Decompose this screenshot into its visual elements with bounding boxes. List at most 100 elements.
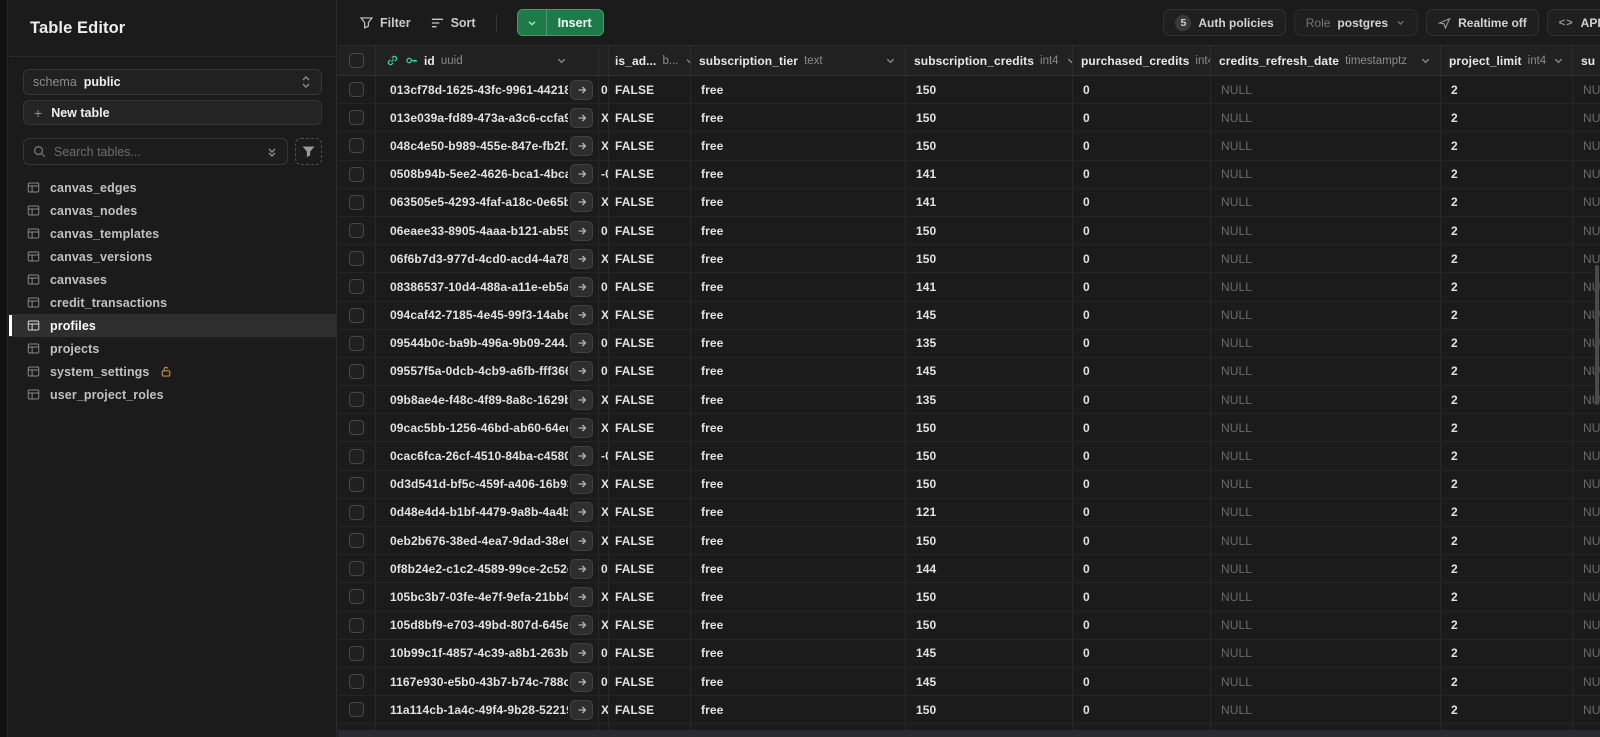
- cell-subscription-credits[interactable]: 150: [906, 583, 1073, 611]
- cell-project-limit[interactable]: 2: [1441, 76, 1573, 104]
- cell-is-admin[interactable]: FALSE: [609, 216, 691, 245]
- cell-credits-refresh-date[interactable]: NULL: [1211, 76, 1441, 104]
- cell-clipped[interactable]: NULL: [1573, 668, 1600, 695]
- cell-purchased-credits[interactable]: 0: [1073, 414, 1211, 442]
- cell-project-limit[interactable]: 2: [1441, 301, 1573, 329]
- cell-purchased-credits[interactable]: 0: [1073, 76, 1211, 104]
- cell-clipped[interactable]: NULL: [1573, 76, 1600, 103]
- cell-id[interactable]: 0508b94b-5ee2-4626-bca1-4bca...: [376, 160, 599, 188]
- cell-purchased-credits[interactable]: 0: [1073, 357, 1211, 386]
- cell-is-admin[interactable]: FALSE: [609, 414, 691, 442]
- cell-project-limit[interactable]: 2: [1441, 329, 1573, 357]
- cell-subscription-credits[interactable]: 150: [906, 414, 1073, 442]
- sidebar-item-canvas_edges[interactable]: canvas_edges: [9, 176, 336, 199]
- cell-project-limit[interactable]: 2: [1441, 442, 1573, 470]
- expand-row-button[interactable]: [570, 530, 593, 551]
- cell-is-admin[interactable]: FALSE: [609, 104, 691, 132]
- cell-is-admin[interactable]: FALSE: [609, 132, 691, 160]
- row-checkbox[interactable]: [338, 442, 376, 470]
- cell-collapsed[interactable]: -0: [599, 160, 609, 188]
- cell-subscription-tier[interactable]: free: [691, 414, 906, 442]
- cell-id[interactable]: 0f8b24e2-c1c2-4589-99ce-2c52d...: [376, 555, 599, 583]
- expand-row-button[interactable]: [570, 305, 593, 326]
- cell-subscription-credits[interactable]: 150: [906, 104, 1073, 132]
- api-docs-button[interactable]: <> API Do: [1546, 9, 1600, 36]
- cell-id[interactable]: 013e039a-fd89-473a-a3c6-ccfa9...: [376, 104, 599, 132]
- cell-is-admin[interactable]: FALSE: [609, 357, 691, 386]
- cell-id[interactable]: 10b99c1f-4857-4c39-a8b1-263b8...: [376, 639, 599, 667]
- cell-id[interactable]: 105d8bf9-e703-49bd-807d-645e...: [376, 611, 599, 639]
- row-checkbox[interactable]: [338, 639, 376, 667]
- cell-clipped[interactable]: NULL: [1573, 442, 1600, 469]
- cell-subscription-tier[interactable]: free: [691, 611, 906, 639]
- cell-subscription-credits[interactable]: 150: [906, 442, 1073, 470]
- cell-id[interactable]: 094caf42-7185-4e45-99f3-14abee...: [376, 301, 599, 329]
- cell-clipped[interactable]: NULL: [1573, 161, 1600, 188]
- chevron-down-icon[interactable]: [884, 54, 897, 67]
- cell-project-limit[interactable]: 2: [1441, 132, 1573, 160]
- cell-clipped[interactable]: NULL: [1573, 132, 1600, 159]
- expand-row-button[interactable]: [570, 474, 593, 495]
- cell-project-limit[interactable]: 2: [1441, 611, 1573, 639]
- row-checkbox[interactable]: [338, 357, 376, 386]
- expand-row-button[interactable]: [570, 361, 593, 382]
- cell-subscription-tier[interactable]: free: [691, 639, 906, 667]
- cell-credits-refresh-date[interactable]: NULL: [1211, 498, 1441, 526]
- cell-subscription-tier[interactable]: free: [691, 160, 906, 188]
- expand-row-button[interactable]: [570, 276, 593, 297]
- sidebar-item-credit_transactions[interactable]: credit_transactions: [9, 291, 336, 314]
- cell-subscription-credits[interactable]: 150: [906, 76, 1073, 104]
- horizontal-scrollbar[interactable]: [338, 730, 1600, 737]
- cell-subscription-credits[interactable]: 145: [906, 639, 1073, 667]
- cell-id[interactable]: 048c4e50-b989-455e-847e-fb2f...: [376, 132, 599, 160]
- realtime-toggle-button[interactable]: Realtime off: [1426, 9, 1539, 36]
- cell-subscription-tier[interactable]: free: [691, 583, 906, 611]
- cell-collapsed[interactable]: 0: [599, 357, 609, 386]
- cell-id[interactable]: 06f6b7d3-977d-4cd0-acd4-4a78...: [376, 245, 599, 273]
- cell-subscription-tier[interactable]: free: [691, 527, 906, 555]
- cell-project-limit[interactable]: 2: [1441, 414, 1573, 442]
- cell-id[interactable]: 1167e930-e5b0-43b7-b74c-788c9...: [376, 667, 599, 696]
- expand-row-button[interactable]: [570, 220, 593, 241]
- cell-collapsed[interactable]: X: [599, 104, 609, 132]
- cell-collapsed[interactable]: X: [599, 245, 609, 273]
- cell-purchased-credits[interactable]: 0: [1073, 696, 1211, 724]
- cell-is-admin[interactable]: FALSE: [609, 386, 691, 414]
- vertical-scrollbar[interactable]: [1595, 265, 1599, 405]
- cell-clipped[interactable]: NULL: [1573, 696, 1600, 723]
- row-checkbox[interactable]: [338, 583, 376, 611]
- sidebar-item-user_project_roles[interactable]: user_project_roles: [9, 383, 336, 406]
- filter-button[interactable]: Filter: [350, 10, 421, 36]
- cell-credits-refresh-date[interactable]: NULL: [1211, 301, 1441, 329]
- cell-collapsed[interactable]: X: [599, 527, 609, 555]
- cell-collapsed[interactable]: X: [599, 301, 609, 329]
- cell-subscription-credits[interactable]: 145: [906, 301, 1073, 329]
- cell-id[interactable]: 11a114cb-1a4c-49f4-9b28-52219ec...: [376, 696, 599, 724]
- new-table-button[interactable]: + New table: [23, 100, 322, 125]
- cell-collapsed[interactable]: X: [599, 583, 609, 611]
- cell-id[interactable]: 09b8ae4e-f48c-4f89-8a8c-1629b...: [376, 386, 599, 414]
- cell-is-admin[interactable]: FALSE: [609, 273, 691, 301]
- schema-select[interactable]: schema public: [23, 69, 322, 95]
- cell-collapsed[interactable]: 0: [599, 216, 609, 245]
- cell-purchased-credits[interactable]: 0: [1073, 329, 1211, 357]
- cell-subscription-tier[interactable]: free: [691, 442, 906, 470]
- cell-credits-refresh-date[interactable]: NULL: [1211, 583, 1441, 611]
- sidebar-item-canvases[interactable]: canvases: [9, 268, 336, 291]
- row-checkbox[interactable]: [338, 273, 376, 301]
- cell-collapsed[interactable]: X: [599, 498, 609, 526]
- expand-row-button[interactable]: [570, 164, 593, 185]
- cell-purchased-credits[interactable]: 0: [1073, 104, 1211, 132]
- cell-subscription-credits[interactable]: 150: [906, 470, 1073, 498]
- sidebar-item-canvas_versions[interactable]: canvas_versions: [9, 245, 336, 268]
- cell-id[interactable]: 0eb2b676-38ed-4ea7-9dad-38e6...: [376, 527, 599, 555]
- cell-subscription-tier[interactable]: free: [691, 555, 906, 583]
- cell-id[interactable]: 0d3d541d-bf5c-459f-a406-16b93...: [376, 470, 599, 498]
- cell-credits-refresh-date[interactable]: NULL: [1211, 696, 1441, 724]
- cell-is-admin[interactable]: FALSE: [609, 667, 691, 696]
- cell-id[interactable]: 013cf78d-1625-43fc-9961-442189...: [376, 76, 599, 104]
- cell-is-admin[interactable]: FALSE: [609, 76, 691, 104]
- expand-row-button[interactable]: [570, 586, 593, 607]
- cell-credits-refresh-date[interactable]: NULL: [1211, 414, 1441, 442]
- cell-project-limit[interactable]: 2: [1441, 357, 1573, 386]
